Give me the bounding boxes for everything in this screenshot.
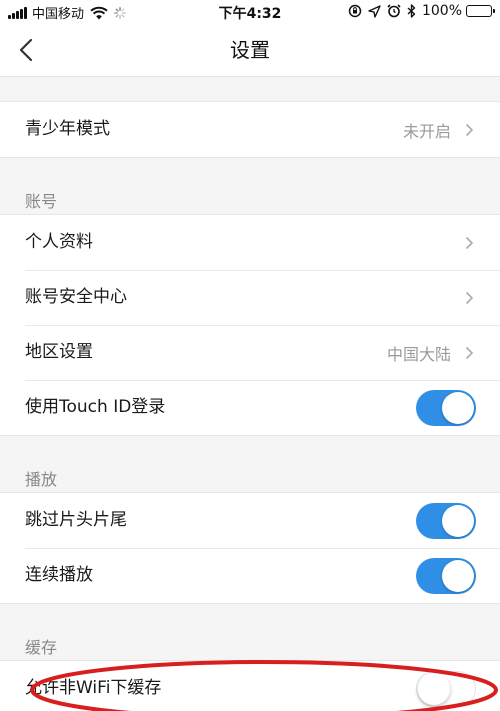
lock-rotation-icon	[348, 4, 362, 18]
section-spacer	[0, 77, 500, 101]
profile-row[interactable]: 个人资料	[0, 215, 500, 270]
playback-group: 跳过片头片尾 连续播放	[0, 492, 500, 604]
account-section-header: 账号	[0, 158, 500, 214]
nav-bar: 设置	[0, 24, 500, 77]
cache-group: 允许非WiFi下缓存	[0, 660, 500, 711]
toggle-knob	[442, 559, 474, 592]
battery-percent: 100%	[421, 3, 462, 19]
playback-section-header: 播放	[0, 436, 500, 492]
settings-screen: 中国移动 下午4:32 100% 设置 青少年模式 未开启 账号 个人资料 账号…	[0, 0, 500, 711]
non-wifi-cache-label: 允许非WiFi下缓存	[25, 678, 162, 698]
region-label: 地区设置	[25, 342, 93, 362]
skip-intro-toggle[interactable]	[416, 502, 476, 539]
non-wifi-cache-row: 允许非WiFi下缓存	[0, 661, 500, 711]
toggle-knob	[442, 504, 474, 537]
youth-mode-row[interactable]: 青少年模式 未开启	[0, 102, 500, 157]
region-row[interactable]: 地区设置 中国大陆	[0, 325, 500, 380]
youth-mode-group: 青少年模式 未开启	[0, 101, 500, 158]
chevron-right-icon	[465, 346, 474, 359]
chevron-right-icon	[465, 291, 474, 304]
settings-list: 青少年模式 未开启 账号 个人资料 账号安全中心 地区设置 中国大陆 使用Tou…	[0, 77, 500, 711]
profile-label: 个人资料	[25, 232, 93, 252]
youth-mode-value: 未开启	[402, 121, 451, 141]
touch-id-label: 使用Touch ID登录	[25, 397, 166, 417]
youth-mode-label: 青少年模式	[25, 119, 110, 139]
status-bar: 中国移动 下午4:32 100%	[0, 0, 500, 24]
page-title: 设置	[230, 38, 270, 62]
chevron-left-icon	[19, 38, 33, 62]
autoplay-row: 连续播放	[0, 548, 500, 603]
account-group: 个人资料 账号安全中心 地区设置 中国大陆 使用Touch ID登录	[0, 214, 500, 436]
skip-intro-label: 跳过片头片尾	[25, 510, 127, 530]
region-value: 中国大陆	[386, 344, 451, 364]
autoplay-label: 连续播放	[25, 565, 93, 585]
cache-section-header: 缓存	[0, 604, 500, 660]
skip-intro-row: 跳过片头片尾	[0, 493, 500, 548]
account-security-label: 账号安全中心	[25, 287, 127, 307]
non-wifi-cache-toggle[interactable]	[416, 670, 476, 707]
chevron-right-icon	[465, 123, 474, 136]
location-arrow-icon	[368, 4, 381, 18]
toggle-knob	[418, 672, 450, 705]
alarm-icon	[387, 4, 401, 18]
touch-id-toggle[interactable]	[416, 389, 476, 426]
chevron-right-icon	[465, 236, 474, 249]
bluetooth-icon	[407, 4, 416, 18]
touch-id-row: 使用Touch ID登录	[0, 380, 500, 435]
battery-icon	[466, 5, 495, 17]
toggle-knob	[442, 391, 474, 424]
back-button[interactable]	[8, 32, 44, 68]
account-security-row[interactable]: 账号安全中心	[0, 270, 500, 325]
autoplay-toggle[interactable]	[416, 557, 476, 594]
